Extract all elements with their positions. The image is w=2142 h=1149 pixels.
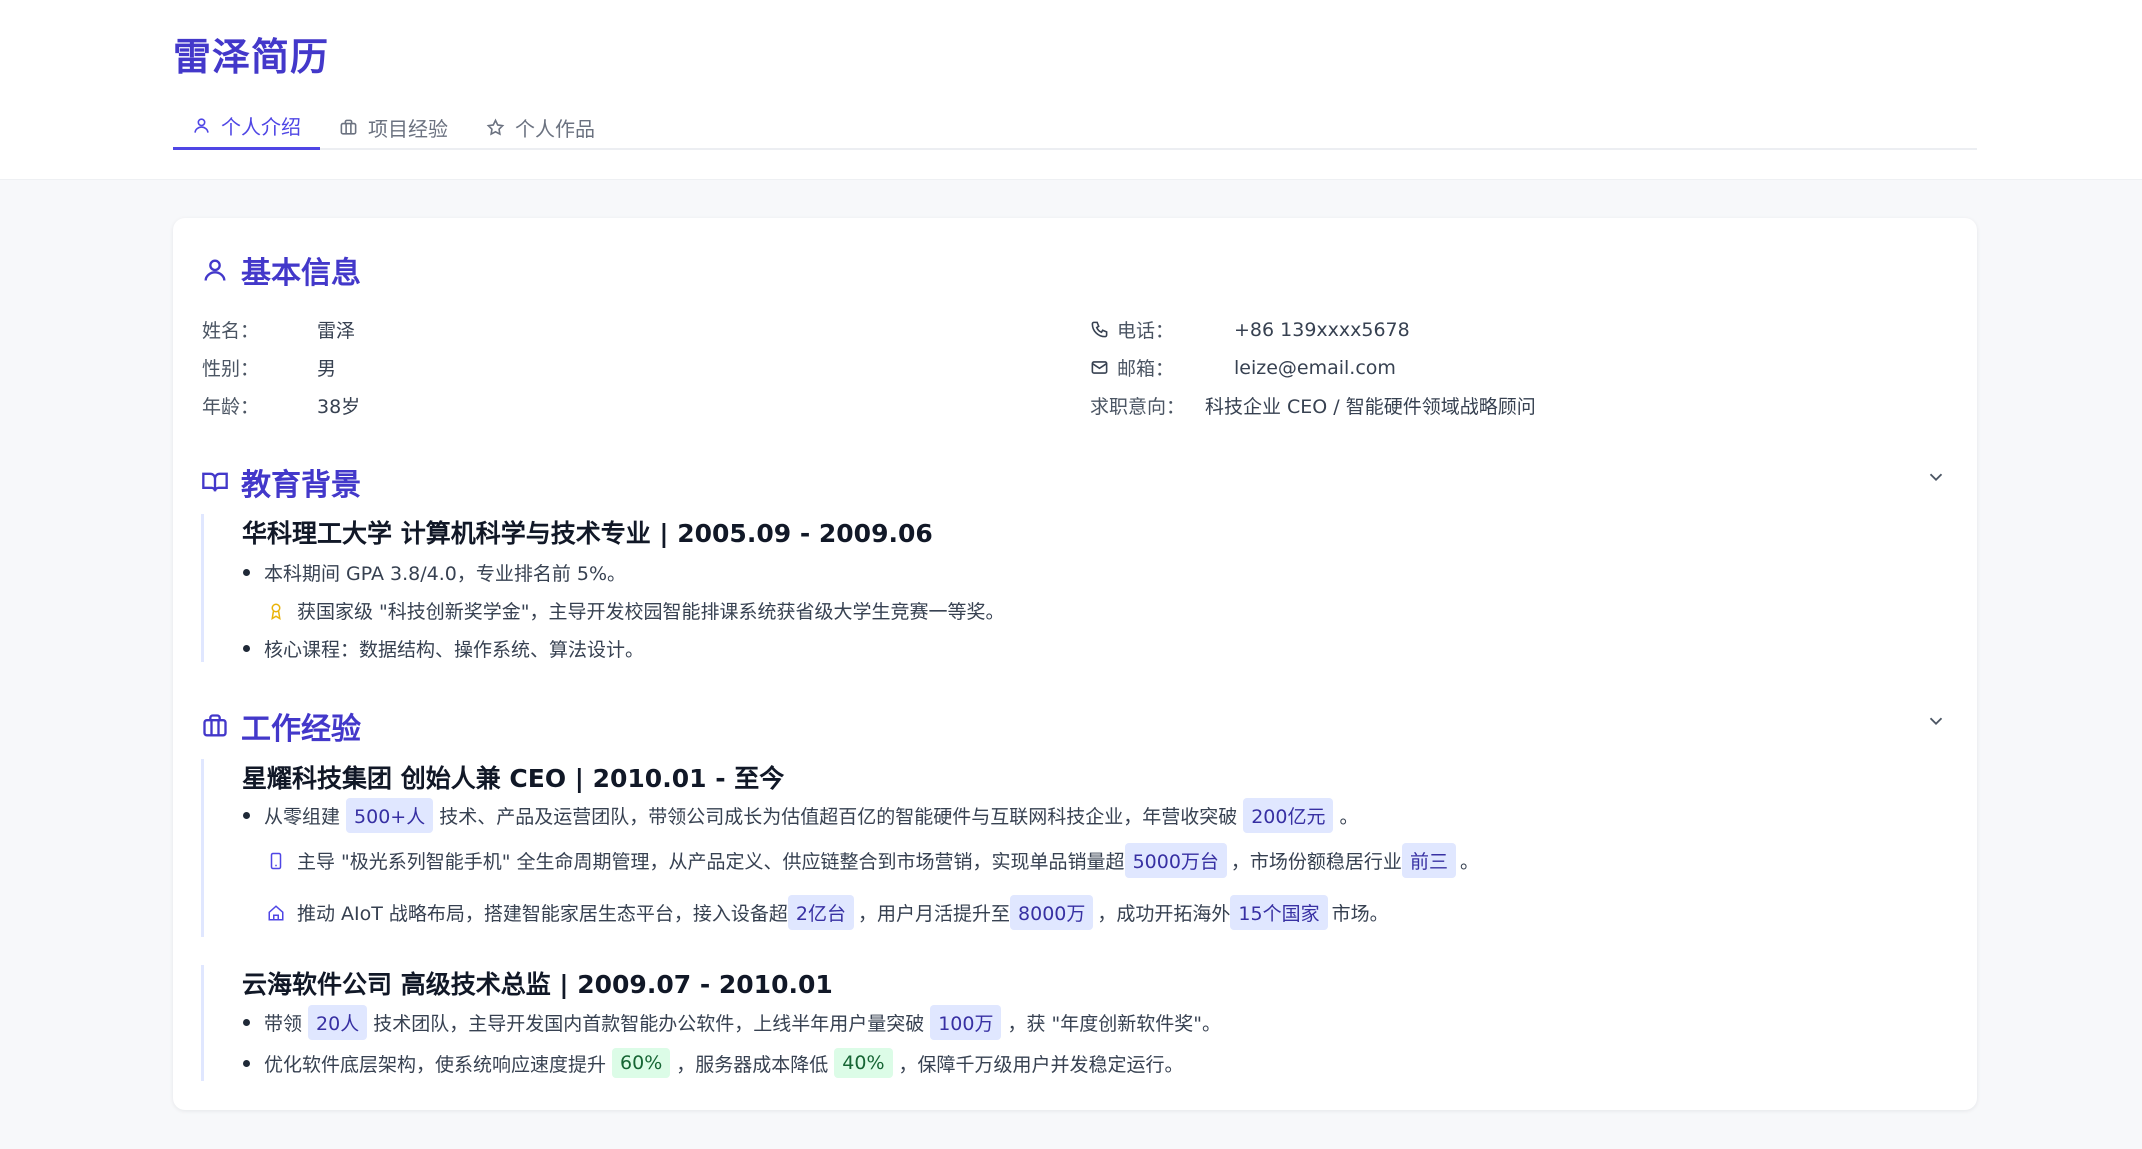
tab-works[interactable]: 个人作品: [467, 104, 614, 150]
resume-card: 基本信息 姓名： 雷泽 性别： 男 年龄： 38岁 电话： +86 139xxx…: [173, 218, 1977, 1110]
star-icon: [486, 118, 505, 136]
app-header: 雷泽简历 个人介绍 项目经验 个人作品: [0, 0, 2142, 180]
bullet: [243, 1019, 250, 1026]
tab-projects[interactable]: 项目经验: [320, 104, 467, 150]
home-icon: [268, 904, 284, 920]
bullet: [243, 645, 250, 652]
bullet: [243, 569, 250, 576]
list-item: 主导 "极光系列智能手机" 全生命周期管理，从产品定义、供应链整合到市场营销，实…: [267, 843, 1479, 878]
tab-label: 个人作品: [515, 116, 595, 141]
chevron-down-icon[interactable]: [1925, 710, 1947, 732]
info-intent: 求职意向： 科技企业 CEO / 智能硬件领域战略顾问: [1090, 396, 1536, 418]
info-phone: 电话： +86 139xxxx5678: [1090, 316, 1410, 343]
highlight-chip: 200亿元: [1243, 798, 1334, 833]
highlight-chip: 15个国家: [1230, 895, 1328, 930]
highlight-chip: 40%: [834, 1048, 893, 1078]
list-item: 推动 AIoT 战略布局，搭建智能家居生态平台，接入设备超 2亿台 ，用户月活提…: [267, 895, 1389, 930]
job-entry-title: 云海软件公司 高级技术总监 | 2009.07 - 2010.01: [242, 970, 833, 999]
list-item: 核心课程：数据结构、操作系统、算法设计。: [243, 635, 644, 662]
highlight-chip: 2亿台: [787, 895, 855, 930]
briefcase-icon: [203, 714, 227, 737]
info-age: 年龄： 38岁: [202, 396, 361, 418]
highlight-chip: 60%: [612, 1048, 671, 1078]
smartphone-icon: [270, 852, 282, 869]
education-entry-title: 华科理工大学 计算机科学与技术专业 | 2005.09 - 2009.06: [242, 519, 933, 548]
list-item: 带领 20人 技术团队，主导开发国内首款智能办公软件，上线半年用户量突破 100…: [243, 1005, 1221, 1040]
list-item: 优化软件底层架构，使系统响应速度提升 60% ，服务器成本降低 40% ，保障千…: [243, 1048, 1184, 1078]
info-gender: 性别： 男: [202, 358, 337, 380]
highlight-chip: 100万: [930, 1005, 1002, 1040]
user-icon: [204, 259, 226, 281]
phone-icon: [1091, 321, 1108, 338]
info-email: 邮箱： leize@email.com: [1090, 354, 1396, 381]
chevron-down-icon[interactable]: [1925, 466, 1947, 488]
briefcase-icon: [340, 119, 357, 135]
highlight-chip: 8000万: [1010, 895, 1094, 930]
mail-icon: [1091, 361, 1108, 374]
list-item: 本科期间 GPA 3.8/4.0，专业排名前 5%。: [243, 559, 626, 586]
section-work-title: 工作经验: [201, 704, 361, 748]
highlight-chip: 500+人: [346, 798, 434, 833]
bullet: [243, 1059, 250, 1067]
section-education-title: 教育背景: [201, 460, 361, 504]
section-basic-title: 基本信息: [201, 248, 361, 292]
list-item: 获国家级 "科技创新奖学金"，主导开发校园智能排课系统获省级大学生竞赛一等奖。: [267, 597, 1005, 624]
award-icon: [271, 603, 281, 620]
highlight-chip: 20人: [308, 1005, 368, 1040]
app-title: 雷泽简历: [173, 35, 330, 79]
bullet: [243, 812, 250, 819]
job-entry-title: 星耀科技集团 创始人兼 CEO | 2010.01 - 至今: [242, 764, 785, 793]
tab-intro[interactable]: 个人介绍: [173, 104, 320, 150]
tab-label: 个人介绍: [221, 115, 301, 139]
tab-bar: 个人介绍 项目经验 个人作品: [173, 104, 1977, 150]
highlight-chip: 前三: [1401, 843, 1456, 878]
user-icon: [194, 118, 209, 133]
book-open-icon: [202, 472, 228, 492]
info-name: 姓名： 雷泽: [202, 320, 356, 342]
tab-label: 项目经验: [368, 116, 448, 141]
highlight-chip: 5000万台: [1124, 843, 1227, 878]
list-item: 从零组建 500+人 技术、产品及运营团队，带领公司成长为估值超百亿的智能硬件与…: [243, 798, 1359, 833]
